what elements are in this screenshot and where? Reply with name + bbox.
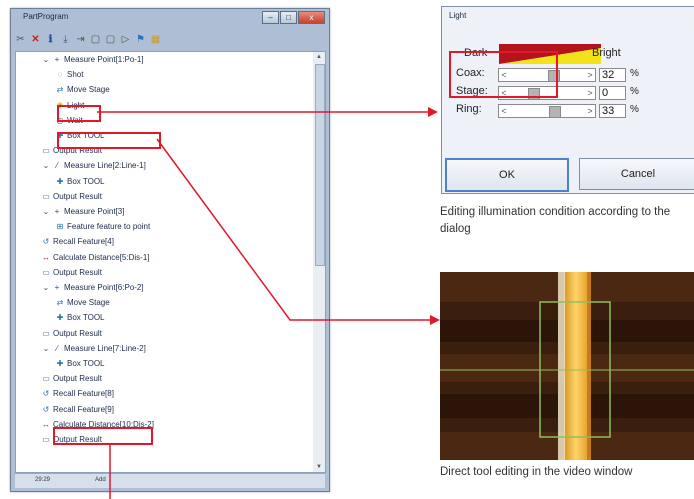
callout-arrows bbox=[97, 107, 440, 499]
